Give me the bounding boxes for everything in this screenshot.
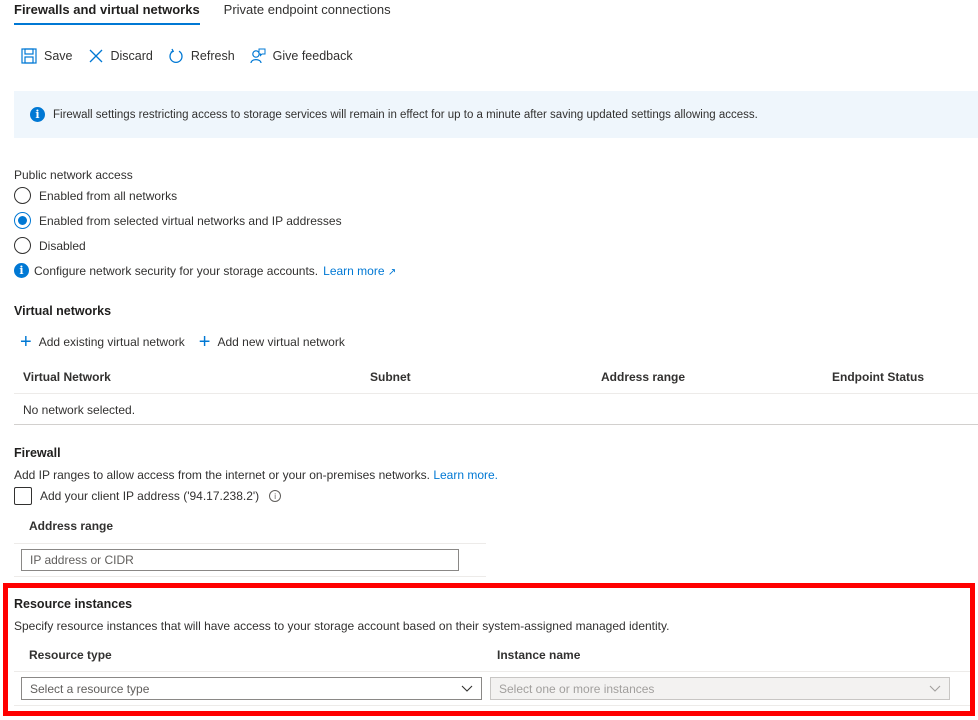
resource-type-dropdown[interactable]: Select a resource type: [21, 677, 482, 700]
table-header-divider: [14, 393, 978, 394]
info-icon: i: [30, 107, 45, 122]
instance-placeholder: Select one or more instances: [499, 681, 655, 696]
virtual-networks-empty-row: No network selected.: [23, 403, 136, 417]
save-icon: [20, 47, 38, 65]
table-bottom-divider: [14, 424, 978, 425]
ip-address-input[interactable]: IP address or CIDR: [21, 549, 459, 571]
info-icon: i: [14, 263, 29, 278]
learn-more-link[interactable]: Learn more ↗: [323, 264, 396, 278]
resource-instances-title: Resource instances: [14, 597, 133, 611]
discard-label: Discard: [110, 49, 153, 63]
address-range-header: Address range: [29, 519, 114, 533]
resource-type-placeholder: Select a resource type: [30, 681, 150, 696]
virtual-network-actions: + Add existing virtual network + Add new…: [20, 331, 345, 353]
add-new-virtual-network-button[interactable]: + Add new virtual network: [198, 331, 345, 353]
radio-label: Disabled: [39, 238, 86, 253]
column-header-endpoint-status: Endpoint Status: [832, 370, 924, 384]
tab-firewalls-and-virtual-networks[interactable]: Firewalls and virtual networks: [14, 0, 200, 25]
address-range-divider: [14, 543, 486, 544]
firewall-description-text: Add IP ranges to allow access from the i…: [14, 468, 430, 482]
add-new-label: Add new virtual network: [217, 335, 345, 349]
instance-name-dropdown[interactable]: Select one or more instances: [490, 677, 950, 700]
add-existing-virtual-network-button[interactable]: + Add existing virtual network: [20, 331, 185, 353]
tab-private-endpoint-connections[interactable]: Private endpoint connections: [224, 0, 391, 22]
plus-icon: +: [198, 331, 211, 353]
column-header-virtual-network: Virtual Network: [23, 370, 111, 384]
add-existing-label: Add existing virtual network: [38, 335, 185, 349]
info-outline-icon[interactable]: i: [269, 490, 282, 502]
radio-button[interactable]: [14, 187, 31, 204]
client-ip-label: Add your client IP address ('94.17.238.2…: [40, 489, 260, 503]
client-ip-checkbox-row[interactable]: Add your client IP address ('94.17.238.2…: [14, 487, 282, 505]
info-banner-text: Firewall settings restricting access to …: [53, 108, 758, 121]
refresh-label: Refresh: [190, 49, 235, 63]
external-link-icon: ↗: [387, 266, 397, 278]
public-network-access-label: Public network access: [14, 168, 133, 182]
close-icon: [87, 47, 105, 65]
radio-label: Enabled from selected virtual networks a…: [39, 213, 342, 228]
refresh-icon: [167, 47, 185, 65]
radio-label: Enabled from all networks: [39, 188, 178, 203]
resource-header-divider: [14, 671, 970, 672]
plus-icon: +: [20, 331, 32, 353]
address-range-bottom-divider: [14, 576, 486, 577]
learn-more-label: Learn more: [323, 263, 385, 278]
give-feedback-label: Give feedback: [272, 49, 353, 63]
tab-bar: Firewalls and virtual networks Private e…: [14, 0, 391, 25]
radio-enabled-all-networks[interactable]: Enabled from all networks: [14, 187, 177, 204]
radio-enabled-selected-networks[interactable]: Enabled from selected virtual networks a…: [14, 212, 342, 229]
save-button[interactable]: Save: [20, 47, 73, 65]
discard-button[interactable]: Discard: [87, 47, 153, 65]
chevron-down-icon: [461, 685, 473, 692]
command-bar: Save Discard Refresh Give feedback: [20, 45, 353, 67]
firewall-description: Add IP ranges to allow access from the i…: [14, 468, 498, 482]
resource-type-header: Resource type: [29, 648, 112, 662]
refresh-button[interactable]: Refresh: [167, 47, 235, 65]
resource-instances-description: Specify resource instances that will hav…: [14, 619, 670, 633]
firewall-title: Firewall: [14, 446, 61, 460]
give-feedback-button[interactable]: Give feedback: [249, 47, 353, 65]
save-label: Save: [44, 49, 73, 63]
network-security-info: i Configure network security for your st…: [14, 263, 396, 278]
firewall-learn-more-link[interactable]: Learn more.: [433, 468, 498, 482]
radio-button[interactable]: [14, 237, 31, 254]
network-security-info-text: Configure network security for your stor…: [34, 263, 319, 278]
virtual-networks-title: Virtual networks: [14, 304, 112, 318]
radio-disabled[interactable]: Disabled: [14, 237, 86, 254]
info-banner: i Firewall settings restricting access t…: [14, 91, 978, 138]
client-ip-checkbox[interactable]: [14, 487, 32, 505]
column-header-subnet: Subnet: [370, 370, 411, 384]
column-header-address-range: Address range: [601, 370, 686, 384]
instance-name-header: Instance name: [497, 648, 581, 662]
feedback-icon: [249, 47, 267, 65]
radio-button-selected[interactable]: [14, 212, 31, 229]
chevron-down-icon: [929, 685, 941, 692]
resource-bottom-divider: [14, 705, 970, 706]
